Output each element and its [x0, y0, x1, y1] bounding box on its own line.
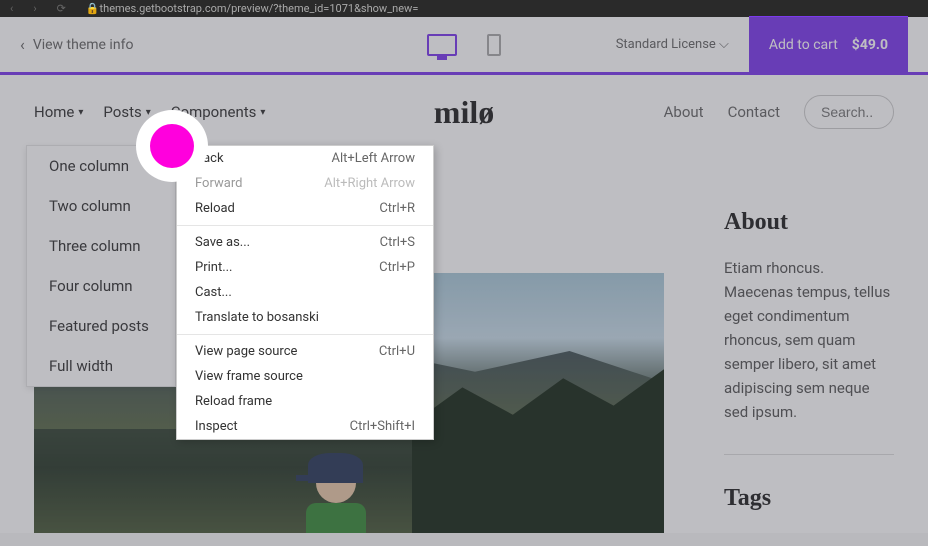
- browser-context-menu: Back Alt+Left Arrow Forward Alt+Right Arrow…: [176, 145, 434, 440]
- context-menu-shortcut: Ctrl+R: [379, 201, 415, 216]
- cursor-highlight-marker: [150, 124, 194, 168]
- context-menu-item[interactable]: Reload frame: [177, 389, 433, 414]
- site-navigation: Home▾ Posts▾ Components▾ milø About Cont…: [0, 75, 928, 149]
- sidebar-divider: [724, 454, 894, 455]
- context-menu-label: Forward: [195, 176, 242, 191]
- context-menu-item[interactable]: Save as... Ctrl+S: [177, 230, 433, 255]
- context-menu-item[interactable]: Cast...: [177, 280, 433, 305]
- dropdown-item-three-column[interactable]: Three column: [27, 226, 175, 266]
- search-input[interactable]: [804, 95, 894, 129]
- url-text[interactable]: themes.getbootstrap.com/preview/?theme_i…: [100, 2, 419, 15]
- about-text: Etiam rhoncus. Maecenas tempus, tellus e…: [724, 256, 894, 424]
- dropdown-item-two-column[interactable]: Two column: [27, 186, 175, 226]
- context-menu-label: View frame source: [195, 369, 303, 384]
- context-menu-shortcut: Ctrl+S: [380, 235, 415, 250]
- tags-heading: Tags: [724, 485, 894, 512]
- sidebar: About Etiam rhoncus. Maecenas tempus, te…: [724, 189, 894, 533]
- context-menu-divider: [177, 225, 433, 226]
- dropdown-item-full-width[interactable]: Full width: [27, 346, 175, 386]
- context-menu-label: Inspect: [195, 419, 238, 434]
- about-heading: About: [724, 209, 894, 236]
- chevron-down-icon: ⌵: [719, 37, 729, 52]
- caret-down-icon: ▾: [78, 107, 83, 118]
- context-menu-item[interactable]: Translate to bosanski: [177, 305, 433, 330]
- view-theme-info-link[interactable]: ‹ View theme info: [20, 35, 133, 54]
- context-menu-item[interactable]: Inspect Ctrl+Shift+I: [177, 414, 433, 439]
- nav-posts[interactable]: Posts▾: [103, 103, 150, 121]
- context-menu-label: Reload frame: [195, 394, 272, 409]
- site-logo[interactable]: milø: [434, 94, 494, 131]
- mobile-preview-icon[interactable]: [487, 34, 501, 56]
- dropdown-item-featured-posts[interactable]: Featured posts: [27, 306, 175, 346]
- context-menu-item[interactable]: Back Alt+Left Arrow: [177, 146, 433, 171]
- add-to-cart-button[interactable]: Add to cart $49.0: [749, 16, 908, 74]
- context-menu-divider: [177, 334, 433, 335]
- caret-down-icon: ▾: [146, 107, 151, 118]
- chevron-left-icon: ‹: [20, 35, 25, 54]
- dropdown-item-four-column[interactable]: Four column: [27, 266, 175, 306]
- context-menu-item[interactable]: View frame source: [177, 364, 433, 389]
- license-dropdown[interactable]: Standard License ⌵: [616, 37, 729, 52]
- desktop-preview-icon[interactable]: [427, 34, 457, 56]
- nav-contact[interactable]: Contact: [728, 103, 780, 121]
- context-menu-label: Back: [195, 151, 224, 166]
- context-menu-item[interactable]: View page source Ctrl+U: [177, 339, 433, 364]
- forward-icon[interactable]: ›: [33, 2, 36, 15]
- view-theme-label: View theme info: [33, 37, 134, 53]
- theme-toolbar: ‹ View theme info Standard License ⌵ Add…: [0, 17, 928, 75]
- price-label: $49.0: [852, 37, 888, 53]
- caret-down-icon: ▾: [260, 107, 265, 118]
- context-menu-label: Reload: [195, 201, 235, 216]
- context-menu-label: View page source: [195, 344, 297, 359]
- reload-icon[interactable]: ⟳: [57, 2, 66, 15]
- lock-icon: 🔒: [86, 2, 100, 15]
- home-dropdown-menu: One column Two column Three column Four …: [26, 145, 176, 387]
- context-menu-shortcut: Ctrl+U: [379, 344, 415, 359]
- nav-components[interactable]: Components▾: [171, 103, 266, 121]
- context-menu-label: Cast...: [195, 285, 232, 300]
- browser-address-bar: ‹ › ⟳ 🔒 themes.getbootstrap.com/preview/…: [0, 0, 928, 17]
- context-menu-shortcut: Alt+Left Arrow: [331, 151, 415, 166]
- context-menu-shortcut: Alt+Right Arrow: [324, 176, 415, 191]
- context-menu-label: Translate to bosanski: [195, 310, 319, 325]
- nav-home[interactable]: Home▾: [34, 103, 83, 121]
- context-menu-item[interactable]: Print... Ctrl+P: [177, 255, 433, 280]
- context-menu-shortcut: Ctrl+P: [379, 260, 415, 275]
- context-menu-item[interactable]: Reload Ctrl+R: [177, 196, 433, 221]
- context-menu-label: Save as...: [195, 235, 250, 250]
- back-icon[interactable]: ‹: [10, 2, 13, 15]
- context-menu-item: Forward Alt+Right Arrow: [177, 171, 433, 196]
- context-menu-label: Print...: [195, 260, 232, 275]
- context-menu-shortcut: Ctrl+Shift+I: [350, 419, 415, 434]
- nav-about[interactable]: About: [664, 103, 704, 121]
- add-to-cart-label: Add to cart: [769, 37, 838, 53]
